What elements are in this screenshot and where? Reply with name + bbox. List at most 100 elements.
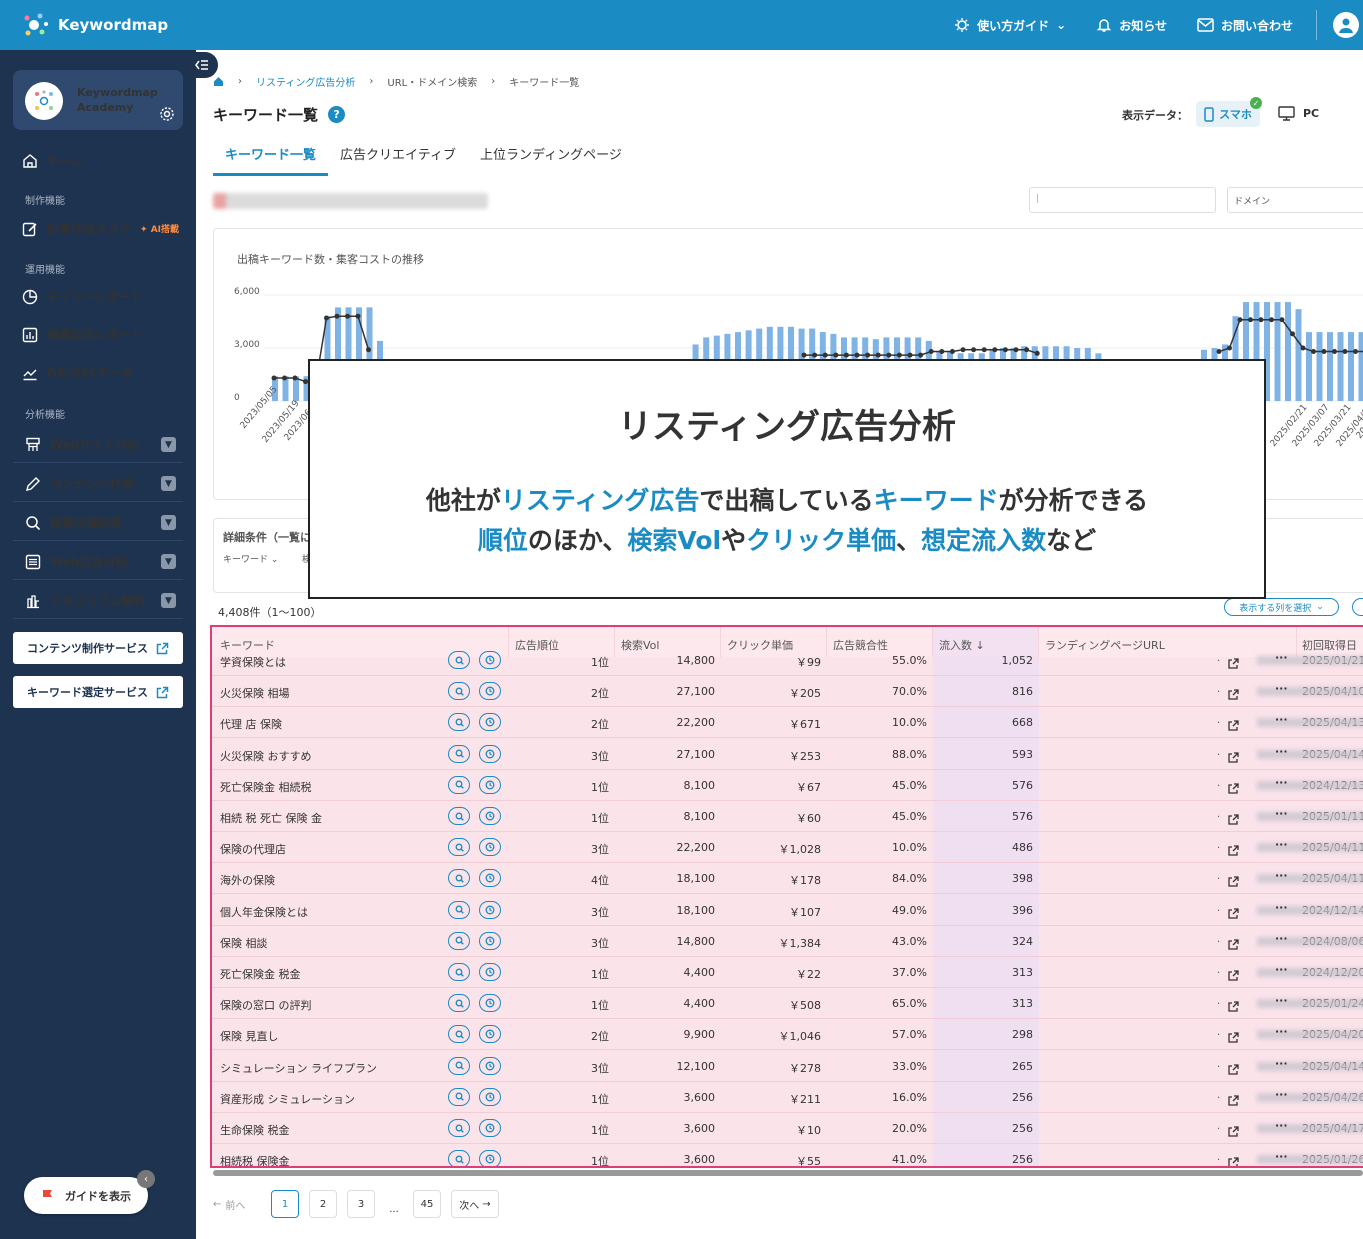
sidebar-item-home[interactable]: ホーム [22, 152, 83, 169]
sidebar-item-web-ad-analysis[interactable]: Web広告分析 ▼ [13, 542, 183, 580]
keyword-search-button[interactable] [448, 1119, 470, 1137]
open-url-icon[interactable] [1228, 1122, 1239, 1141]
open-url-icon[interactable] [1228, 904, 1239, 923]
open-url-icon[interactable] [1228, 654, 1239, 673]
sidebar-item-rank-report[interactable]: 検索順位レポート [22, 326, 143, 343]
open-url-icon[interactable] [1228, 1091, 1239, 1110]
more-options-icon[interactable]: ··· [1275, 1119, 1288, 1132]
table-row[interactable]: 個人年金保険とは3位18,100￥10749.0%3962024/12/14.·… [212, 895, 1363, 926]
tab-top-landing-pages[interactable]: 上位ランディングページ [468, 144, 634, 176]
keyword-search-button[interactable] [448, 651, 470, 669]
sidebar-item-article-task[interactable]: 記事作成タスク ✦ AI搭載 [22, 220, 179, 237]
keyword-history-button[interactable] [479, 1087, 501, 1106]
more-options-icon[interactable]: ··· [1275, 776, 1288, 789]
open-url-icon[interactable] [1228, 685, 1239, 704]
keyword-history-button[interactable] [479, 869, 501, 888]
open-url-icon[interactable] [1228, 1153, 1239, 1166]
breadcrumb-item[interactable]: URL・ドメイン検索 [387, 74, 477, 89]
extra-toolbar-button[interactable] [1352, 598, 1363, 616]
keyword-search-button[interactable] [448, 869, 470, 888]
keyword-history-button[interactable] [479, 775, 501, 794]
keyword-history-button[interactable] [479, 900, 501, 919]
sidebar-item-search-market[interactable]: 検索市場調査 ▼ [13, 503, 183, 541]
more-options-icon[interactable]: ··· [1275, 651, 1288, 664]
domain-select[interactable]: ドメイン [1227, 187, 1363, 213]
more-options-icon[interactable]: ··· [1275, 807, 1288, 820]
account-card[interactable]: Keywordmap Academy [13, 70, 183, 130]
table-row[interactable]: シミュレーション ライフプラン3位12,100￥27833.0%2652025/… [212, 1051, 1363, 1082]
keyword-search-button[interactable] [448, 900, 470, 919]
more-options-icon[interactable]: ··· [1275, 745, 1288, 758]
table-row[interactable]: 火災保険 相場2位27,100￥20570.0%8162025/04/10.··… [212, 676, 1363, 708]
keyword-history-button[interactable] [479, 682, 501, 701]
keyword-search-button[interactable] [448, 838, 470, 857]
sidebar-item-daily-report[interactable]: デイリーレポート [22, 288, 143, 305]
more-options-icon[interactable]: ··· [1275, 1057, 1288, 1070]
more-options-icon[interactable]: ··· [1275, 994, 1288, 1007]
keyword-history-button[interactable] [479, 807, 501, 825]
keyword-history-button[interactable] [479, 1025, 501, 1044]
keyword-search-button[interactable] [448, 713, 470, 732]
open-url-icon[interactable] [1228, 966, 1239, 985]
next-page-button[interactable]: 次へ → [451, 1190, 499, 1218]
keyword-search-button[interactable] [448, 807, 470, 825]
page-button[interactable]: 1 [271, 1190, 299, 1218]
table-row[interactable]: 保険 見直し2位9,900￥1,04657.0%2982025/04/20.··… [212, 1019, 1363, 1051]
more-options-icon[interactable]: ··· [1275, 1150, 1288, 1163]
tab-ad-creative[interactable]: 広告クリエイティブ [328, 144, 468, 176]
open-url-icon[interactable] [1228, 1028, 1239, 1047]
more-options-icon[interactable]: ··· [1275, 713, 1288, 726]
table-row[interactable]: 代理 店 保険2位22,200￥67110.0%6682025/04/13.··… [212, 707, 1363, 739]
more-options-icon[interactable]: ··· [1275, 901, 1288, 914]
page-button[interactable]: 45 [413, 1190, 441, 1218]
keyword-history-button[interactable] [479, 838, 501, 857]
contact-link[interactable]: お問い合わせ [1197, 17, 1293, 34]
open-url-icon[interactable] [1228, 716, 1239, 735]
sidebar-item-website-analysis[interactable]: Webサイト分析 ▼ [13, 425, 183, 463]
table-row[interactable]: 保険の代理店3位22,200￥1,02810.0%4862025/04/11.·… [212, 832, 1363, 864]
page-button[interactable]: 2 [309, 1190, 337, 1218]
guide-close-button[interactable]: ‹ [137, 1170, 155, 1188]
more-options-icon[interactable]: ··· [1275, 963, 1288, 976]
keyword-search-button[interactable] [448, 682, 470, 701]
keyword-search-button[interactable] [448, 1056, 470, 1075]
more-options-icon[interactable]: ··· [1275, 838, 1288, 851]
more-options-icon[interactable]: ··· [1275, 1025, 1288, 1038]
open-url-icon[interactable] [1228, 1060, 1239, 1079]
sidebar-item-content-creation[interactable]: コンテンツ作成 ▼ [13, 464, 183, 502]
open-url-icon[interactable] [1228, 779, 1239, 798]
keyword-history-button[interactable] [479, 651, 501, 669]
table-row[interactable]: 資産形成 シミュレーション1位3,600￥21116.0%2562025/04/… [212, 1082, 1363, 1113]
gear-icon[interactable] [159, 106, 175, 122]
keyword-search-button[interactable] [448, 1150, 470, 1166]
more-options-icon[interactable]: ··· [1275, 1088, 1288, 1101]
open-url-icon[interactable] [1228, 935, 1239, 954]
prev-page-button[interactable]: ← 前へ [213, 1197, 261, 1212]
keyword-history-button[interactable] [479, 744, 501, 763]
user-menu-button[interactable] [1333, 12, 1359, 38]
open-url-icon[interactable] [1228, 841, 1239, 860]
horizontal-scrollbar[interactable] [213, 1170, 1363, 1176]
keyword-search-button[interactable] [448, 931, 470, 950]
keyword-search-button[interactable] [448, 1087, 470, 1106]
table-row[interactable]: 死亡保険金 税金1位4,400￥2237.0%3132024/12/20.··· [212, 957, 1363, 988]
keyword-search-button[interactable] [448, 1025, 470, 1044]
home-icon[interactable] [213, 76, 224, 87]
open-url-icon[interactable] [1228, 872, 1239, 891]
keyword-history-button[interactable] [479, 1119, 501, 1137]
table-row[interactable]: 相続税 保険金1位3,600￥5541.0%2562025/01/26.··· [212, 1144, 1363, 1166]
open-url-icon[interactable] [1228, 748, 1239, 767]
usage-guide-menu[interactable]: 使い方ガイド ⌄ [954, 17, 1066, 34]
sidebar-item-algorithm-analysis[interactable]: アルゴリズム解析 ▼ [13, 581, 183, 619]
notifications-link[interactable]: お知らせ [1096, 17, 1167, 34]
table-row[interactable]: 相続 税 死亡 保険 金1位8,100￥6045.0%5762025/01/11… [212, 801, 1363, 832]
sidebar-item-ga-gsc[interactable]: GA/GSCデータ [22, 364, 134, 381]
keyword-history-button[interactable] [479, 1150, 501, 1166]
more-options-icon[interactable]: ··· [1275, 682, 1288, 695]
keyword-history-button[interactable] [479, 931, 501, 950]
table-row[interactable]: 生命保険 税金1位3,600￥1020.0%2562025/04/17.··· [212, 1113, 1363, 1144]
keyword-history-button[interactable] [479, 963, 501, 981]
table-row[interactable]: 火災保険 おすすめ3位27,100￥25388.0%5932025/04/14.… [212, 739, 1363, 770]
content-service-button[interactable]: コンテンツ制作サービス [13, 632, 183, 664]
keyword-filter-dropdown[interactable]: キーワード ⌄ [223, 552, 278, 565]
